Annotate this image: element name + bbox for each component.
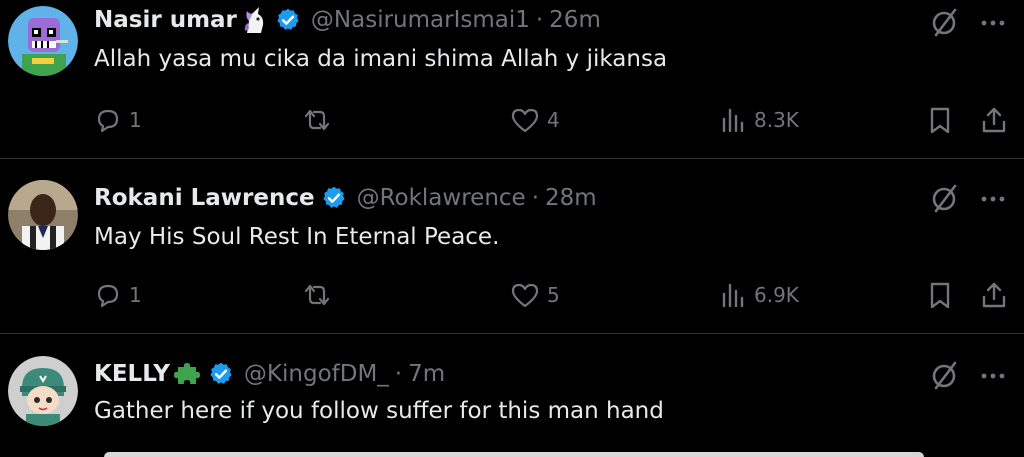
verified-badge-icon — [208, 361, 234, 387]
more-options-icon[interactable] — [976, 358, 1010, 392]
puzzle-piece-icon — [172, 359, 202, 389]
separator-dot: · — [531, 185, 539, 211]
verified-badge-icon — [321, 185, 347, 211]
repost-button[interactable] — [300, 277, 340, 313]
grok-icon[interactable] — [928, 5, 962, 39]
tweet[interactable]: Rokani Lawrence @Roklawrence · 28m May H… — [0, 159, 1024, 334]
repost-icon — [304, 109, 330, 131]
like-button[interactable]: 4 — [509, 102, 560, 138]
bookmark-icon — [930, 282, 950, 309]
heart-icon — [511, 108, 539, 133]
tweet-text: May His Soul Rest In Eternal Peace. — [94, 224, 500, 250]
tweet-header: KELLY @KingofDM_ · 7m — [94, 358, 445, 390]
author-name[interactable]: Nasir umar — [94, 7, 237, 33]
more-options-icon[interactable] — [976, 181, 1010, 215]
avatar[interactable] — [8, 6, 78, 76]
share-button[interactable] — [979, 277, 1009, 313]
timestamp[interactable]: 7m — [408, 361, 445, 387]
bookmark-button[interactable] — [925, 102, 955, 138]
author-handle[interactable]: @NasirumarIsmai1 — [311, 7, 530, 33]
like-count: 4 — [547, 108, 560, 132]
view-count: 8.3K — [754, 108, 799, 132]
views-button[interactable]: 6.9K — [718, 277, 799, 313]
reply-button[interactable]: 1 — [93, 102, 142, 138]
tweet-header: Nasir umar @NasirumarIsmai1 · 26m — [94, 4, 601, 36]
share-icon — [982, 107, 1006, 133]
timestamp[interactable]: 26m — [549, 7, 601, 33]
avatar[interactable] — [8, 180, 78, 250]
grok-icon[interactable] — [928, 181, 962, 215]
grok-icon[interactable] — [928, 358, 962, 392]
views-icon — [722, 108, 744, 133]
share-button[interactable] — [979, 102, 1009, 138]
reply-feed: Nasir umar @NasirumarIsmai1 · 26m Allah … — [0, 0, 1024, 457]
tweet-text: Gather here if you follow suffer for thi… — [94, 398, 664, 424]
author-name[interactable]: KELLY — [94, 361, 170, 387]
separator-dot: · — [394, 361, 403, 387]
reply-button[interactable]: 1 — [93, 277, 142, 313]
tweet[interactable]: Nasir umar @NasirumarIsmai1 · 26m Allah … — [0, 0, 1024, 159]
timestamp[interactable]: 28m — [545, 185, 597, 211]
reply-icon — [97, 109, 119, 133]
author-handle[interactable]: @KingofDM_ — [244, 361, 389, 387]
share-icon — [982, 282, 1006, 308]
bookmark-icon — [930, 107, 950, 134]
unicorn-icon — [239, 5, 269, 35]
views-button[interactable]: 8.3K — [718, 102, 799, 138]
heart-icon — [511, 283, 539, 308]
bookmark-button[interactable] — [925, 277, 955, 313]
verified-badge-icon — [275, 7, 301, 33]
tweet-header: Rokani Lawrence @Roklawrence · 28m — [94, 182, 597, 214]
views-icon — [722, 283, 744, 308]
repost-icon — [304, 284, 330, 306]
reply-icon — [97, 284, 119, 308]
repost-button[interactable] — [300, 102, 340, 138]
like-button[interactable]: 5 — [509, 277, 560, 313]
action-bar: 1 4 8.3K — [0, 102, 1024, 138]
reply-count: 1 — [129, 108, 142, 132]
like-count: 5 — [547, 283, 560, 307]
author-name[interactable]: Rokani Lawrence — [94, 185, 315, 211]
author-handle[interactable]: @Roklawrence — [357, 185, 526, 211]
more-options-icon[interactable] — [976, 5, 1010, 39]
view-count: 6.9K — [754, 283, 799, 307]
separator-dot: · — [535, 7, 544, 33]
tweet-text: Allah yasa mu cika da imani shima Allah … — [94, 46, 668, 72]
avatar[interactable] — [8, 356, 78, 426]
reply-count: 1 — [129, 283, 142, 307]
tweet[interactable]: KELLY @KingofDM_ · 7m Gather here if you… — [0, 334, 1024, 457]
tweet-media-preview[interactable] — [104, 452, 924, 457]
action-bar: 1 5 6.9K — [0, 277, 1024, 313]
